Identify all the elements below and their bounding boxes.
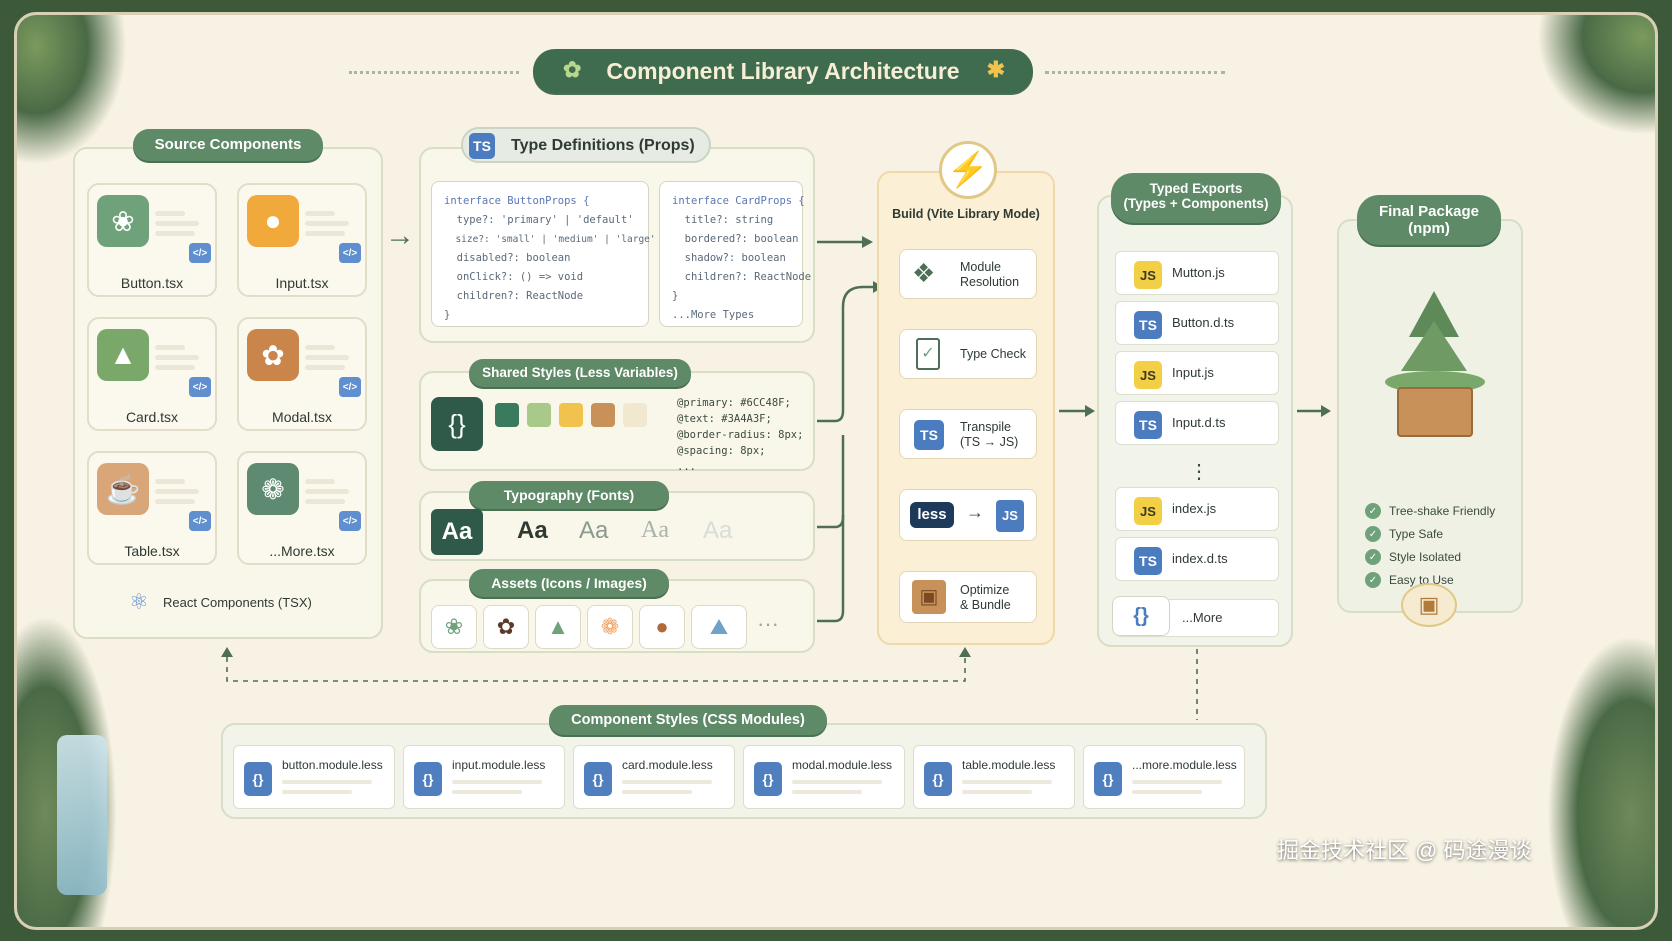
diagram-canvas: ✿ Component Library Architecture ✱ Sourc… (14, 12, 1658, 930)
js-badge-icon: JS (1134, 261, 1162, 289)
feature-label: Type Safe (1389, 527, 1444, 541)
build-step-optimize-bundle: ▣ Optimize & Bundle (899, 571, 1037, 623)
final-package-panel: ✓ Tree-shake Friendly ✓ Type Safe ✓ Styl… (1337, 219, 1523, 613)
css-module-file[interactable]: {} card.module.less (573, 745, 735, 809)
feature-label: Tree-shake Friendly (1389, 504, 1496, 518)
foliage-decoration (17, 15, 127, 165)
export-row[interactable]: JS Mutton.js (1115, 251, 1279, 295)
braces-icon: {} (924, 762, 952, 796)
braces-icon: {} (1094, 762, 1122, 796)
island-tree-illustration (1379, 291, 1489, 441)
ts-badge-icon: TS (914, 420, 944, 450)
typed-exports-heading: Typed Exports (Types + Components) (1111, 173, 1281, 223)
build-step-type-check: ✓ Type Check (899, 329, 1037, 379)
ts-badge-icon: TS (1134, 547, 1162, 575)
lightning-icon: ⚡ (939, 141, 997, 199)
build-step-module-resolution: ❖ Module Resolution (899, 249, 1037, 299)
braces-icon: {} (1112, 596, 1170, 636)
arrow-right-icon: → (966, 502, 984, 522)
css-module-file[interactable]: {} table.module.less (913, 745, 1075, 809)
css-modules-panel: {} button.module.less {} input.module.less… (221, 723, 1267, 819)
js-badge-icon: JS (1134, 361, 1162, 389)
foliage-decoration (1537, 15, 1655, 135)
less-badge-icon: less (910, 502, 954, 528)
check-icon: ✓ (1365, 503, 1381, 519)
feature-label: Style Isolated (1389, 550, 1462, 564)
waterfall-decoration (57, 735, 107, 895)
export-row-more[interactable]: {} ...More (1112, 596, 1279, 637)
box-icon: ▣ (912, 580, 946, 614)
css-module-file[interactable]: {} ...more.module.less (1083, 745, 1245, 809)
css-modules-heading: Component Styles (CSS Modules) (549, 705, 827, 735)
export-row[interactable]: JS Input.js (1115, 351, 1279, 395)
foliage-decoration (1547, 635, 1655, 927)
js-file-icon: JS (996, 500, 1024, 532)
check-icon: ✓ (1365, 526, 1381, 542)
export-row[interactable]: JS index.js (1115, 487, 1279, 531)
braces-icon: {} (244, 762, 272, 796)
css-module-file[interactable]: {} button.module.less (233, 745, 395, 809)
export-row[interactable]: TS Button.d.ts (1115, 301, 1279, 345)
typed-exports-panel: JS Mutton.js TS Button.d.ts JS Input.js TS I… (1097, 195, 1293, 647)
watermark: 掘金技术社区 @ 码途漫谈 (1277, 838, 1532, 863)
final-package-heading: Final Package (npm) (1357, 195, 1501, 245)
package-box-icon: ▣ (1401, 583, 1457, 627)
js-badge-icon: JS (1134, 497, 1162, 525)
braces-icon: {} (754, 762, 782, 796)
build-step-transpile: TS Transpile (TS → JS) (899, 409, 1037, 459)
cubes-icon: ❖ (912, 258, 936, 288)
build-panel: ⚡ Build (Vite Library Mode) ❖ Module Res… (877, 141, 1055, 645)
vertical-ellipsis: ⋮ (1189, 461, 1209, 483)
clipboard-check-icon: ✓ (916, 338, 940, 370)
css-module-file[interactable]: {} input.module.less (403, 745, 565, 809)
export-row[interactable]: TS index.d.ts (1115, 537, 1279, 581)
build-step-less-to-js: less → JS (899, 489, 1037, 541)
check-icon: ✓ (1365, 549, 1381, 565)
export-row[interactable]: TS Input.d.ts (1115, 401, 1279, 445)
check-icon: ✓ (1365, 572, 1381, 588)
braces-icon: {} (414, 762, 442, 796)
build-heading: Build (Vite Library Mode) (892, 207, 1040, 221)
ts-badge-icon: TS (1134, 411, 1162, 439)
braces-icon: {} (584, 762, 612, 796)
css-module-file[interactable]: {} modal.module.less (743, 745, 905, 809)
ts-badge-icon: TS (1134, 311, 1162, 339)
